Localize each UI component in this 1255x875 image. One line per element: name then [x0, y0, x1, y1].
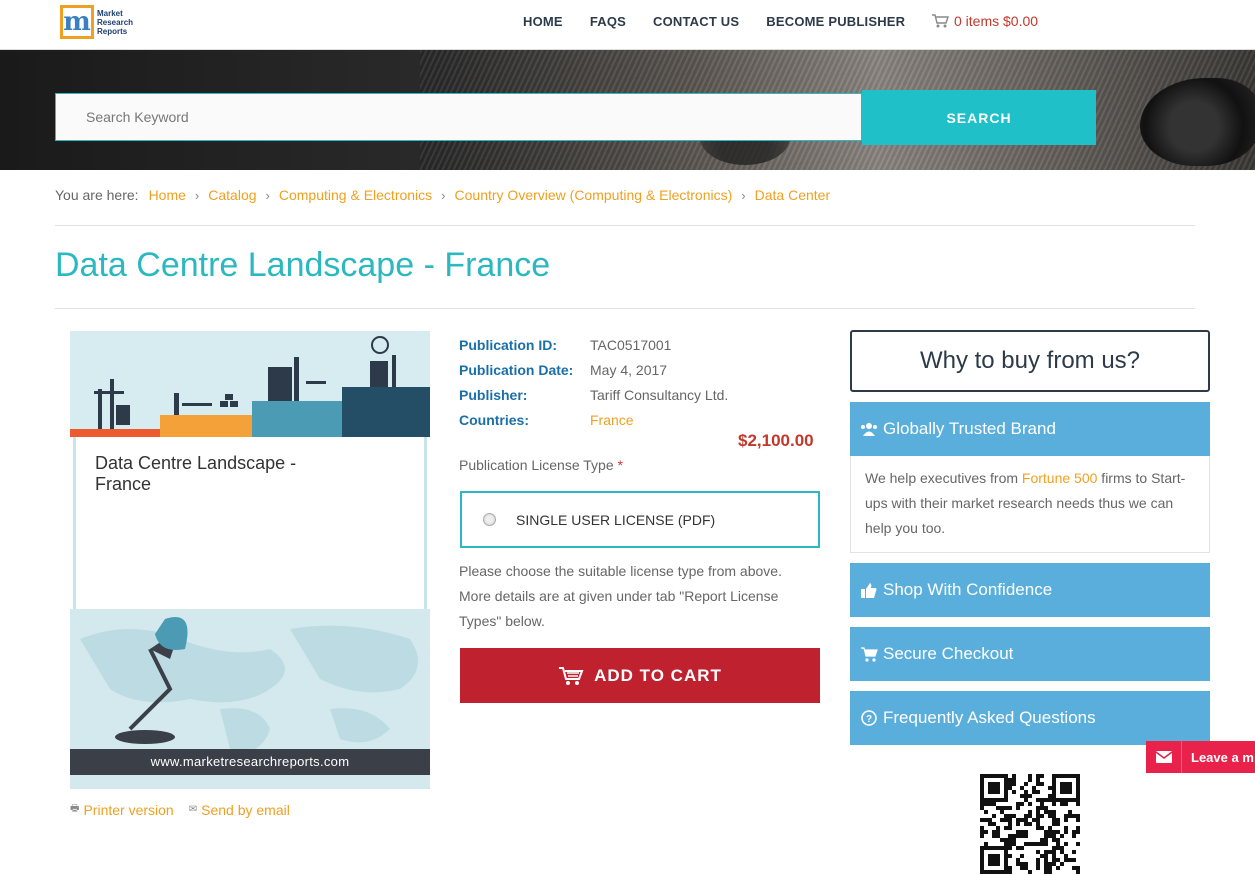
breadcrumb-label: You are here: — [55, 187, 139, 203]
breadcrumb-computing[interactable]: Computing & Electronics — [279, 187, 432, 203]
license-type-label: Publication License Type * — [459, 457, 623, 473]
page-title: Data Centre Landscape - France — [55, 246, 551, 284]
top-header: m Market Research Reports HOME FAQS CONT… — [0, 0, 1255, 50]
country-link[interactable]: France — [590, 412, 634, 428]
globally-trusted-brand-body: We help executives from Fortune 500 firm… — [850, 456, 1210, 553]
divider — [55, 308, 1195, 309]
qr-code — [979, 773, 1081, 875]
product-illustration — [70, 331, 430, 437]
send-by-email-link[interactable]: ✉ Send by email — [189, 801, 290, 818]
secure-checkout-item[interactable]: Secure Checkout — [850, 627, 1210, 681]
meta-publisher: Publisher: Tariff Consultancy Ltd. — [459, 386, 729, 403]
required-mark: * — [617, 457, 623, 473]
product-links: 🖶 Printer version ✉ Send by email — [70, 801, 305, 818]
publication-meta: Publication ID: TAC0517001 Publication Da… — [459, 332, 728, 432]
product-card-title: Data Centre Landscape - France — [95, 453, 297, 494]
printer-version-link[interactable]: 🖶 Printer version — [70, 801, 174, 818]
product-card: Data Centre Landscape - France — [73, 437, 427, 609]
envelope-icon — [1146, 741, 1182, 773]
license-radio[interactable] — [483, 513, 496, 526]
breadcrumb-data-center[interactable]: Data Center — [755, 187, 830, 203]
logo-text: Market Research Reports — [97, 8, 134, 36]
email-icon: ✉ — [188, 804, 198, 815]
shop-with-confidence-item[interactable]: Shop With Confidence — [850, 563, 1210, 617]
cart-icon — [559, 666, 584, 685]
breadcrumb: You are here: Home › Catalog › Computing… — [55, 187, 830, 203]
meta-countries: Countries: France — [459, 411, 634, 428]
faq-item[interactable]: ? Frequently Asked Questions — [850, 691, 1210, 745]
fortune-500-link[interactable]: Fortune 500 — [1022, 470, 1098, 486]
nav-contact-us[interactable]: CONTACT US — [653, 14, 739, 29]
meta-publication-id: Publication ID: TAC0517001 — [459, 336, 672, 353]
thumbs-up-icon — [860, 582, 878, 598]
site-logo[interactable]: m Market Research Reports — [60, 4, 142, 40]
license-option-single-user[interactable]: SINGLE USER LICENSE (PDF) — [460, 491, 820, 548]
cart-icon — [860, 646, 878, 662]
nav-become-publisher[interactable]: BECOME PUBLISHER — [766, 14, 905, 29]
hero-banner: SEARCH — [0, 50, 1255, 170]
breadcrumb-country-overview[interactable]: Country Overview (Computing & Electronic… — [455, 187, 733, 203]
breadcrumb-home[interactable]: Home — [149, 187, 186, 203]
main-nav: HOME FAQS CONTACT US BECOME PUBLISHER — [523, 14, 932, 29]
license-option-label: SINGLE USER LICENSE (PDF) — [516, 511, 716, 528]
chevron-right-icon: › — [441, 187, 446, 203]
product-image-footer: www.marketresearchreports.com — [70, 749, 430, 775]
leave-message-tab[interactable]: Leave a m — [1146, 741, 1255, 773]
add-to-cart-button[interactable]: ADD TO CART — [460, 648, 820, 703]
price: $2,100.00 — [738, 431, 814, 450]
svg-text:?: ? — [866, 714, 872, 725]
printer-icon: 🖶 — [70, 803, 80, 814]
logo-mark: m — [60, 5, 94, 39]
divider — [55, 225, 1195, 226]
chevron-right-icon: › — [265, 187, 270, 203]
chevron-right-icon: › — [741, 187, 746, 203]
globally-trusted-brand-header: Globally Trusted Brand — [850, 402, 1210, 456]
meta-publication-date: Publication Date: May 4, 2017 — [459, 361, 668, 378]
search-button[interactable]: SEARCH — [862, 90, 1096, 145]
license-help-text: Please choose the suitable license type … — [459, 563, 782, 629]
question-circle-icon: ? — [860, 710, 878, 726]
users-icon — [860, 422, 878, 436]
why-buy-heading: Why to buy from us? — [850, 330, 1210, 392]
search-input[interactable] — [55, 93, 862, 141]
cart-icon — [932, 14, 949, 28]
nav-faqs[interactable]: FAQS — [590, 14, 626, 29]
chevron-right-icon: › — [194, 187, 200, 203]
cart-text: 0 items $0.00 — [954, 13, 1039, 29]
cart-summary[interactable]: 0 items $0.00 — [931, 13, 1038, 29]
breadcrumb-catalog[interactable]: Catalog — [208, 187, 256, 203]
nav-home[interactable]: HOME — [523, 14, 563, 29]
product-image: Data Centre Landscape - France www.marke… — [70, 331, 430, 789]
